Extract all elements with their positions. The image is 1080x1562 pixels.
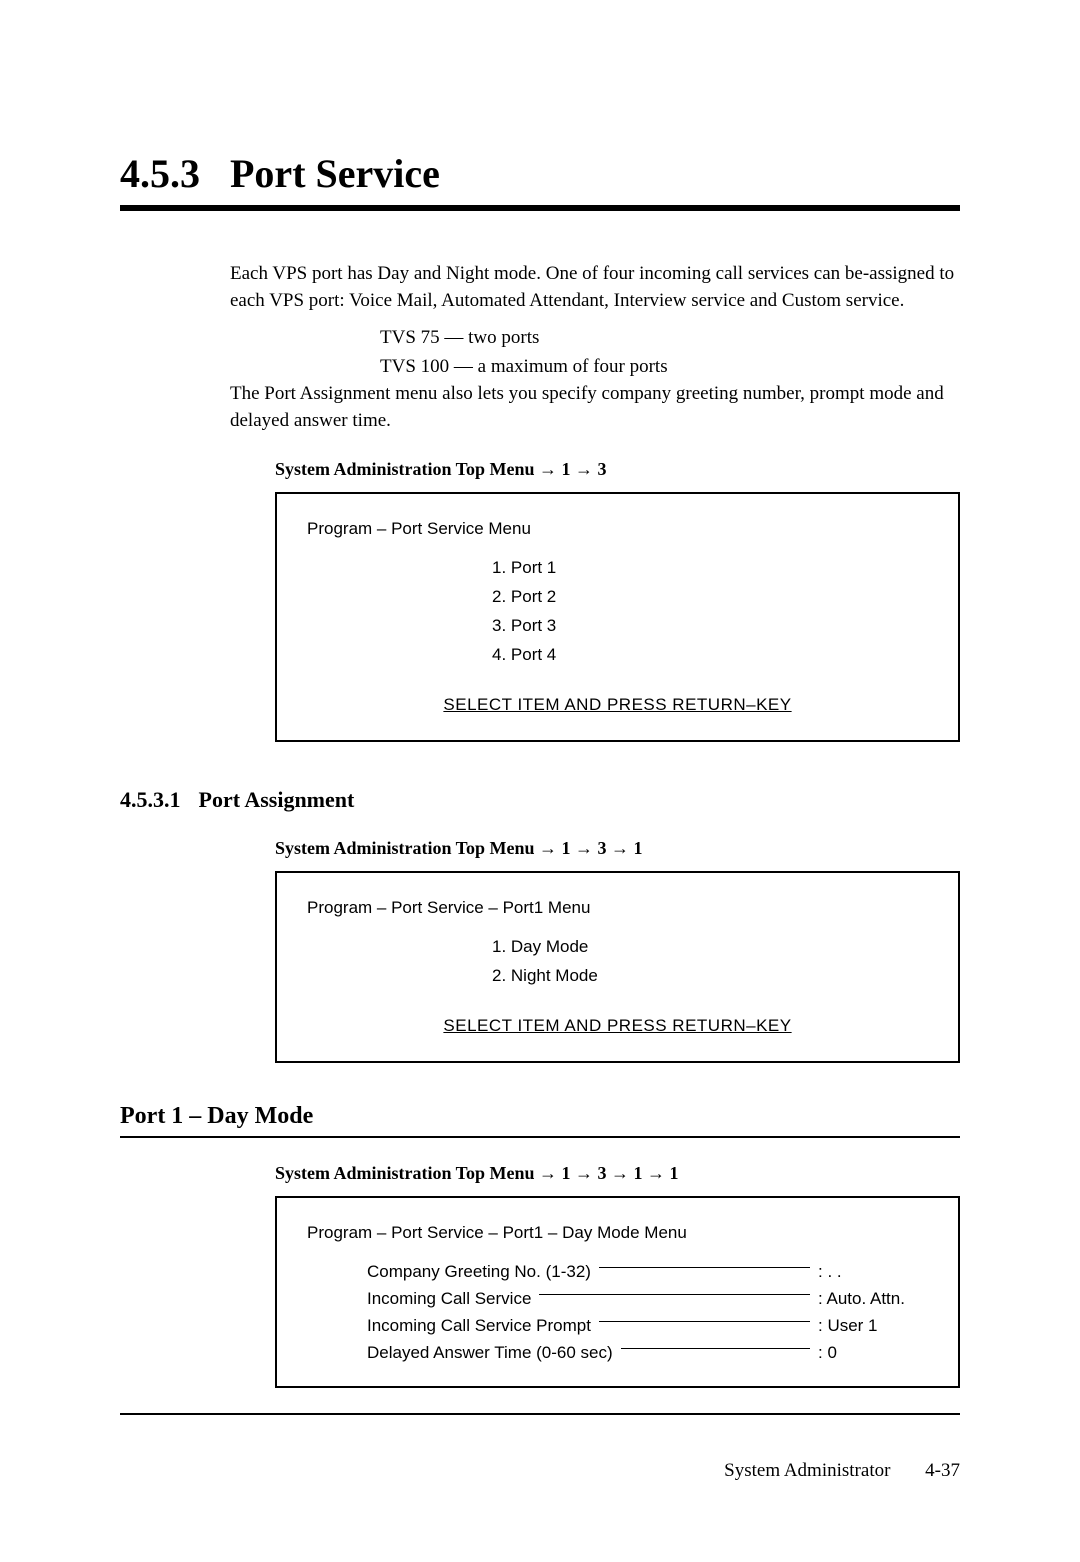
setting-label: Delayed Answer Time (0-60 sec) <box>367 1339 613 1366</box>
tvs-line-1: TVS 75 — two ports <box>380 324 960 353</box>
section-number: 4.5.3 <box>120 150 200 197</box>
menu1-item: 3. Port 3 <box>492 612 928 641</box>
section-title-text: Port Service <box>230 150 440 197</box>
menu3-header: Program – Port Service – Port1 – Day Mod… <box>307 1223 928 1243</box>
subsection-title-text: Port Assignment <box>199 787 355 813</box>
section-heading: 4.5.3 Port Service <box>120 150 960 211</box>
setting-value: : . . <box>818 1258 928 1285</box>
setting-row: Incoming Call Service Prompt : User 1 <box>367 1312 928 1339</box>
menu1-box: Program – Port Service Menu 1. Port 1 2.… <box>275 492 960 742</box>
menu3-box: Program – Port Service – Port1 – Day Mod… <box>275 1196 960 1389</box>
menu3-path: System Administration Top Menu → 1 → 3 →… <box>275 1163 960 1184</box>
setting-value: : User 1 <box>818 1312 928 1339</box>
tvs-line-2: TVS 100 — a maximum of four ports <box>380 353 960 382</box>
menu2-path: System Administration Top Menu → 1 → 3 →… <box>275 838 960 859</box>
setting-line <box>599 1267 810 1268</box>
subsection-number: 4.5.3.1 <box>120 787 181 813</box>
setting-line <box>539 1294 810 1295</box>
setting-line <box>599 1321 810 1322</box>
subsection-heading: 4.5.3.1 Port Assignment <box>120 787 960 813</box>
menu2-item: 1. Day Mode <box>492 933 928 962</box>
menu3-settings: Company Greeting No. (1-32) : . . Incomi… <box>367 1258 928 1367</box>
setting-row: Incoming Call Service : Auto. Attn. <box>367 1285 928 1312</box>
menu1-header: Program – Port Service Menu <box>307 519 928 539</box>
menu1-item: 2. Port 2 <box>492 583 928 612</box>
menu1-item: 4. Port 4 <box>492 641 928 670</box>
setting-value: : 0 <box>818 1339 928 1366</box>
menu2-header: Program – Port Service – Port1 Menu <box>307 898 928 918</box>
port-mode-title: Port 1 – Day Mode <box>120 1103 960 1138</box>
setting-line <box>621 1348 810 1349</box>
page-footer: System Administrator 4-37 <box>120 1460 960 1482</box>
footer-separator <box>120 1413 960 1415</box>
menu2-footer: SELECT ITEM AND PRESS RETURN–KEY <box>307 1016 928 1036</box>
footer-label: System Administrator <box>724 1460 890 1481</box>
setting-value: : Auto. Attn. <box>818 1285 928 1312</box>
setting-label: Incoming Call Service Prompt <box>367 1312 591 1339</box>
setting-row: Delayed Answer Time (0-60 sec) : 0 <box>367 1339 928 1366</box>
menu1-items: 1. Port 1 2. Port 2 3. Port 3 4. Port 4 <box>492 554 928 670</box>
setting-label: Company Greeting No. (1-32) <box>367 1258 591 1285</box>
menu2-item: 2. Night Mode <box>492 962 928 991</box>
menu1-item: 1. Port 1 <box>492 554 928 583</box>
footer-page-number: 4-37 <box>925 1460 960 1481</box>
setting-label: Incoming Call Service <box>367 1285 531 1312</box>
intro-paragraph-2: The Port Assignment menu also lets you s… <box>230 381 960 434</box>
menu1-path: System Administration Top Menu → 1 → 3 <box>275 459 960 480</box>
tvs-lines: TVS 75 — two ports TVS 100 — a maximum o… <box>380 324 960 381</box>
menu1-footer: SELECT ITEM AND PRESS RETURN–KEY <box>307 695 928 715</box>
setting-row: Company Greeting No. (1-32) : . . <box>367 1258 928 1285</box>
intro-paragraph-1: Each VPS port has Day and Night mode. On… <box>230 261 960 314</box>
menu2-box: Program – Port Service – Port1 Menu 1. D… <box>275 871 960 1063</box>
menu2-items: 1. Day Mode 2. Night Mode <box>492 933 928 991</box>
